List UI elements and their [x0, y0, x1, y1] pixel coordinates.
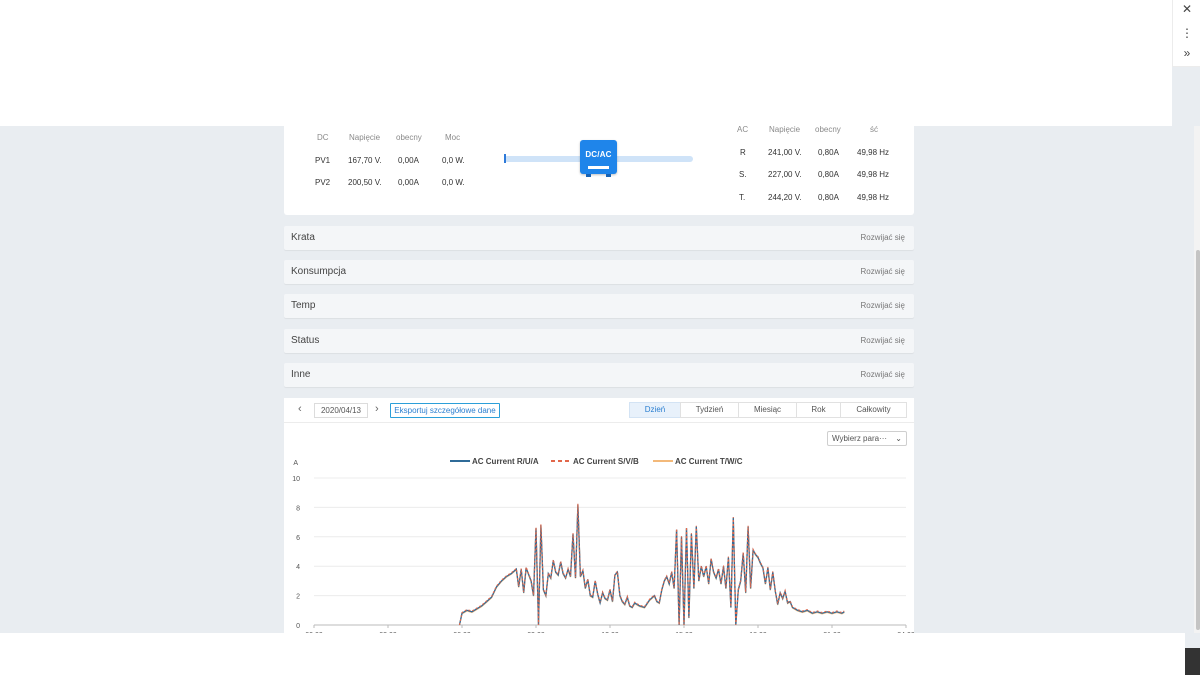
- pv2-voltage: 200,50 V.: [348, 178, 382, 187]
- browser-side-panel: ✕ ⋮ »: [1172, 0, 1200, 67]
- legend-label: AC Current S/V/B: [573, 457, 639, 466]
- expand-button[interactable]: Rozwijać się: [861, 301, 905, 310]
- expand-icon[interactable]: »: [1173, 44, 1200, 62]
- pv1-name: PV1: [315, 156, 331, 165]
- ac-r-name: R: [740, 148, 746, 157]
- section-title: Konsumpcja: [291, 266, 347, 277]
- corner-overlay: [1185, 648, 1200, 675]
- expand-button[interactable]: Rozwijać się: [861, 267, 905, 276]
- y-tick-label: 10: [292, 476, 300, 483]
- export-button[interactable]: Eksportuj szczegółowe dane: [390, 403, 500, 418]
- pv2-name: PV2: [315, 178, 331, 187]
- expand-button[interactable]: Rozwijać się: [861, 233, 905, 242]
- pv2-power: 0,0 W.: [442, 178, 465, 187]
- chevron-down-icon: ⌄: [895, 434, 902, 443]
- inverter-label: DC/AC: [585, 150, 612, 159]
- pv1-voltage: 167,70 V.: [348, 156, 382, 165]
- y-axis-label: A: [293, 460, 298, 467]
- ac-t-name: T.: [739, 193, 746, 202]
- pv1-power: 0,0 W.: [442, 156, 465, 165]
- y-tick-label: 2: [296, 594, 300, 601]
- tab-total[interactable]: Całkowity: [840, 402, 907, 418]
- y-tick-label: 4: [296, 564, 300, 571]
- ac-s-voltage: 227,00 V.: [768, 170, 802, 179]
- chart-toolbar: ‹ 2020/04/13 › Eksportuj szczegółowe dan…: [284, 398, 914, 423]
- legend-label: AC Current R/U/A: [472, 457, 539, 466]
- bottom-white-region: [0, 633, 1185, 675]
- tab-year[interactable]: Rok: [796, 402, 841, 418]
- scrollbar-thumb[interactable]: [1196, 250, 1200, 630]
- date-picker[interactable]: 2020/04/13: [314, 403, 368, 418]
- more-vert-icon[interactable]: ⋮: [1173, 24, 1200, 42]
- expand-button[interactable]: Rozwijać się: [861, 336, 905, 345]
- ac-r-current: 0,80A: [818, 148, 839, 157]
- parameter-select-value: Wybierz para···: [832, 434, 888, 443]
- ac-t-frequency: 49,98 Hz: [857, 193, 890, 202]
- ac-t-voltage: 244,20 V.: [768, 193, 802, 202]
- ac-header: AC: [737, 125, 749, 134]
- top-white-region: [0, 0, 1172, 126]
- series-line: [458, 503, 845, 626]
- y-tick-label: 0: [296, 623, 300, 630]
- tab-week[interactable]: Tydzień: [680, 402, 739, 418]
- section-temp[interactable]: Temp Rozwijać się: [284, 294, 914, 318]
- close-icon[interactable]: ✕: [1173, 0, 1200, 18]
- tab-month[interactable]: Miesiąc: [738, 402, 797, 418]
- series-line: [458, 504, 845, 626]
- current-line-chart: 0246810A00:0003:0006:0009:0012:0015:0018…: [292, 457, 914, 638]
- ac-r-voltage: 241,00 V.: [768, 148, 802, 157]
- dc-flow-start-marker: [504, 154, 506, 163]
- section-title: Status: [291, 335, 320, 346]
- section-title: Temp: [291, 300, 316, 311]
- section-status[interactable]: Status Rozwijać się: [284, 329, 914, 353]
- parameter-select[interactable]: Wybierz para··· ⌄: [827, 431, 907, 446]
- inverter-leg-right: [606, 174, 611, 177]
- next-date-button[interactable]: ›: [375, 403, 379, 415]
- section-krata[interactable]: Krata Rozwijać się: [284, 226, 914, 250]
- inverter-bar: [588, 166, 609, 169]
- inverter-icon: DC/AC: [580, 140, 617, 177]
- section-konsumpcja[interactable]: Konsumpcja Rozwijać się: [284, 260, 914, 284]
- dc-voltage-header: Napięcie: [349, 133, 381, 142]
- ac-current-header: obecny: [815, 125, 841, 134]
- section-title: Inne: [291, 369, 311, 380]
- expand-button[interactable]: Rozwijać się: [861, 370, 905, 379]
- y-tick-label: 8: [296, 505, 300, 512]
- inverter-leg-left: [586, 174, 591, 177]
- ac-t-current: 0,80A: [818, 193, 839, 202]
- legend-label: AC Current T/W/C: [675, 457, 743, 466]
- section-title: Krata: [291, 232, 315, 243]
- dc-header: DC: [317, 133, 329, 142]
- section-inne[interactable]: Inne Rozwijać się: [284, 363, 914, 387]
- ac-s-name: S.: [739, 170, 747, 179]
- chart-card: ‹ 2020/04/13 › Eksportuj szczegółowe dan…: [284, 398, 914, 638]
- ac-voltage-header: Napięcie: [769, 125, 801, 134]
- ac-s-current: 0,80A: [818, 170, 839, 179]
- ac-s-frequency: 49,98 Hz: [857, 170, 890, 179]
- ac-frequency-header: ść: [870, 125, 878, 134]
- pv1-current: 0,00A: [398, 156, 419, 165]
- ac-r-frequency: 49,98 Hz: [857, 148, 890, 157]
- pv2-current: 0,00A: [398, 178, 419, 187]
- dc-current-header: obecny: [396, 133, 422, 142]
- tab-day[interactable]: Dzień: [629, 402, 681, 418]
- series-line: [458, 504, 845, 626]
- y-tick-label: 6: [296, 535, 300, 542]
- dc-power-header: Moc: [445, 133, 461, 142]
- prev-date-button[interactable]: ‹: [298, 403, 302, 415]
